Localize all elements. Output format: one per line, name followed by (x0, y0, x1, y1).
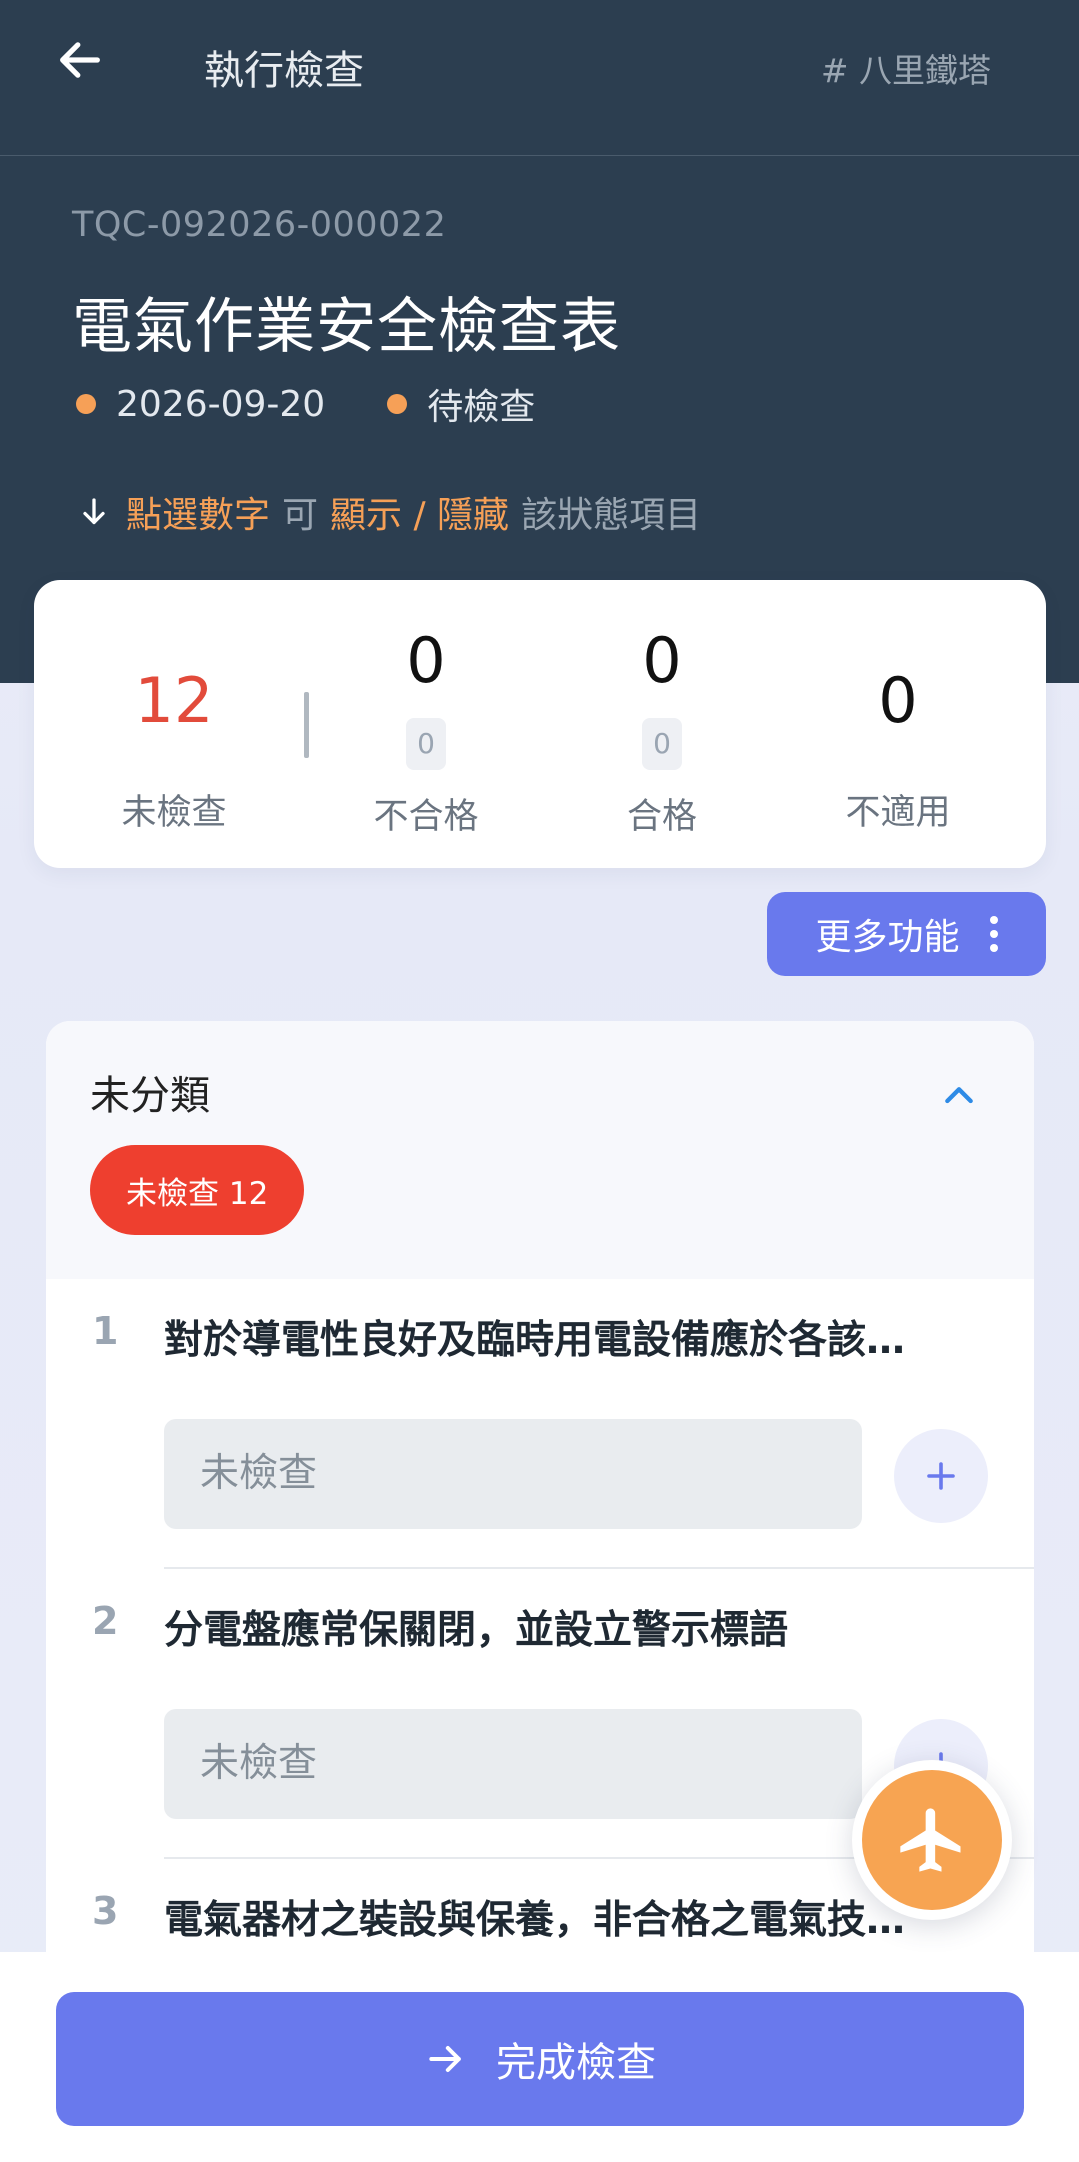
hint-text-1: 點選數字 (126, 495, 271, 536)
status-dot (387, 394, 408, 414)
document-date: 2026-09-20 (116, 383, 326, 425)
stat-value: 0 (642, 624, 682, 697)
arrow-down-icon (83, 498, 105, 525)
item-index: 1 (92, 1309, 119, 1353)
stat-passed[interactable]: 0 0 合格 (544, 580, 780, 868)
site-tag: # 八里鐵塔 (820, 51, 991, 90)
stat-label: 合格 (626, 797, 697, 837)
document-code: TQC-092026-000022 (72, 205, 447, 245)
plus-icon (927, 1462, 955, 1490)
chevron-up-icon (945, 1087, 973, 1104)
date-meta: 2026-09-20 (76, 384, 325, 425)
toggle-hint: 點選數字 可 顯示 / 隱藏 該狀態項目 (76, 486, 713, 538)
stat-unchecked[interactable]: 12 未檢查 (56, 580, 292, 868)
item-status-select[interactable]: 未檢查 (164, 1419, 862, 1529)
stat-not-applicable[interactable]: 0 不適用 (780, 580, 1016, 868)
item-question[interactable]: 電氣器材之裝設與保養，非合格之電氣技… (164, 1889, 984, 1945)
arrow-right-icon (429, 2045, 461, 2073)
item-index: 3 (92, 1889, 119, 1933)
status-summary-card: 12 未檢查 0 0 不合格 0 0 合格 0 不適用 (34, 580, 1046, 868)
more-vertical-icon (989, 913, 998, 955)
more-functions-button[interactable]: 更多功能 (767, 892, 1046, 976)
fab-inner (862, 1770, 1002, 1910)
checklist-item: 1 對於導電性良好及臨時用電設備應於各該… 未檢查 (46, 1279, 1034, 1569)
airplane-icon (900, 1808, 961, 1872)
back-button[interactable] (48, 28, 112, 92)
hint-text-4: 該狀態項目 (521, 495, 702, 536)
status-dot (76, 394, 96, 414)
stat-sub-count: 0 (642, 718, 682, 770)
arrow-left-icon (60, 42, 100, 78)
page-title: 執行檢查 (204, 48, 364, 94)
stat-value: 0 (878, 664, 918, 737)
unchecked-filter-badge[interactable]: 未檢查 12 (90, 1145, 305, 1235)
stat-label: 不適用 (845, 793, 951, 833)
bottom-action-bar: 完成檢查 (0, 1952, 1079, 2162)
category-title: 未分類 (90, 1073, 210, 1119)
item-question[interactable]: 對於導電性良好及臨時用電設備應於各該… (164, 1309, 984, 1365)
stat-sub-count: 0 (406, 718, 446, 770)
category-header: 未分類 未檢查 12 (46, 1021, 1034, 1279)
more-functions-label: 更多功能 (815, 917, 960, 958)
status-meta: 待檢查 (387, 378, 535, 430)
stat-label: 不合格 (373, 797, 479, 837)
item-question[interactable]: 分電盤應常保關閉，並設立警示標語 (164, 1599, 984, 1655)
stat-value: 0 (406, 624, 446, 697)
hint-text-2: 可 (282, 495, 319, 536)
collapse-button[interactable] (934, 1071, 984, 1121)
finish-inspection-label: 完成檢查 (496, 2040, 656, 2086)
item-status-select[interactable]: 未檢查 (164, 1709, 862, 1819)
top-app-bar: 執行檢查 # 八里鐵塔 (0, 0, 1079, 156)
stat-failed[interactable]: 0 0 不合格 (308, 580, 544, 868)
floating-action-button[interactable] (852, 1760, 1012, 1920)
finish-inspection-button[interactable]: 完成檢查 (56, 1992, 1024, 2126)
document-meta: 2026-09-20 待檢查 (76, 378, 597, 430)
hint-text-3: 顯示 / 隱藏 (330, 495, 510, 536)
document-status: 待檢查 (427, 387, 536, 428)
document-title: 電氣作業安全檢查表 (72, 292, 621, 362)
add-button[interactable] (894, 1429, 988, 1523)
item-index: 2 (92, 1599, 119, 1643)
stat-label: 未檢查 (121, 793, 227, 833)
stat-value: 12 (134, 664, 214, 737)
